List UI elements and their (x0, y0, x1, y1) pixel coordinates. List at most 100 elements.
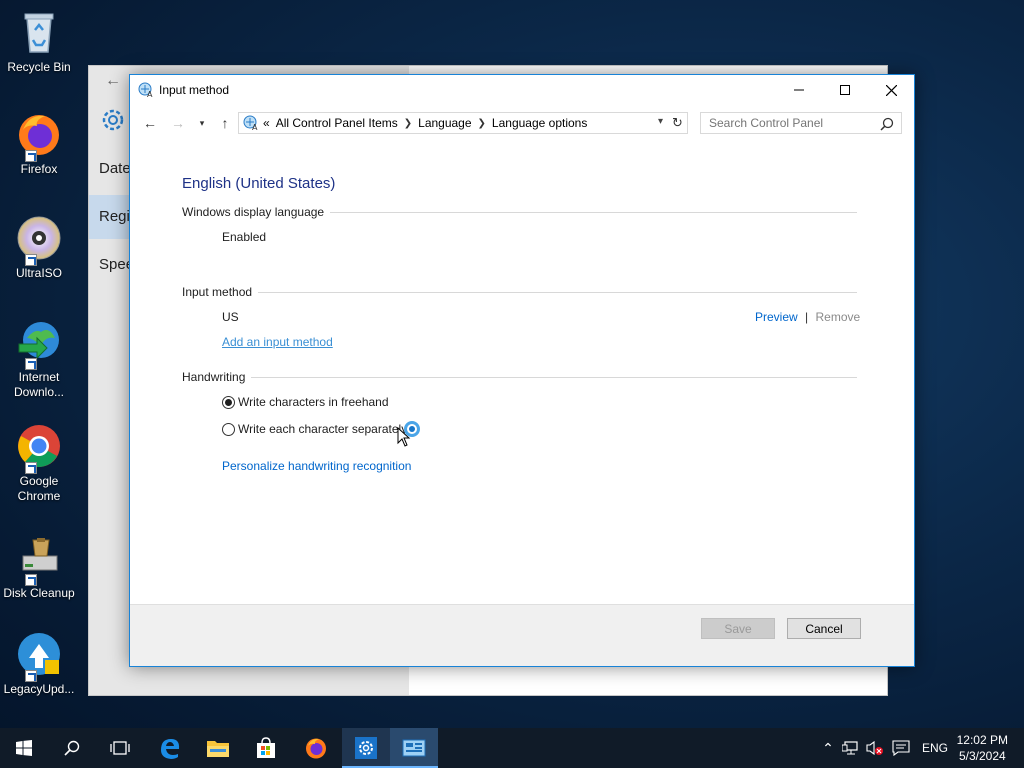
chevron-right-icon[interactable]: ❯ (404, 118, 412, 129)
desktop-icon-label: Recycle Bin (7, 60, 71, 74)
settings-nav-date[interactable]: Date (99, 160, 131, 177)
back-arrow-icon: ← (143, 115, 157, 131)
section-header: Input method (182, 285, 259, 299)
up-button[interactable]: ↑ (215, 113, 235, 133)
control-panel-icon: A (243, 115, 258, 131)
chevron-up-icon[interactable]: ⌃ (820, 740, 836, 757)
start-button[interactable] (0, 728, 48, 768)
chrome-icon (15, 422, 63, 474)
volume-muted-icon[interactable] (866, 740, 884, 756)
window-title: Input method (159, 83, 230, 97)
taskbar-clock[interactable]: 12:02 PM 5/3/2024 (957, 732, 1008, 764)
network-icon[interactable] (842, 740, 860, 756)
shortcut-arrow-icon (25, 670, 37, 682)
taskbar-file-explorer[interactable] (194, 728, 242, 768)
freehand-radio[interactable] (222, 396, 235, 409)
desktop-icon-recycle-bin[interactable]: Recycle Bin (0, 8, 78, 75)
personalize-handwriting-link[interactable]: Personalize handwriting recognition (222, 459, 411, 473)
link-separator: | (805, 310, 809, 324)
desktop-icon-firefox[interactable]: Firefox (0, 110, 78, 177)
maximize-button[interactable] (822, 75, 868, 105)
address-bar[interactable]: A « All Control Panel Items ❯ Language ❯… (238, 112, 688, 134)
preview-link[interactable]: Preview (755, 310, 798, 324)
desktop-icon-label: LegacyUpd... (3, 682, 75, 696)
store-icon (257, 737, 275, 758)
svg-text:A: A (147, 90, 153, 98)
firefox-icon (306, 738, 326, 759)
close-icon (885, 84, 897, 96)
taskbar-store[interactable] (242, 728, 290, 768)
control-panel-app-icon: A (138, 82, 153, 98)
legacy-update-icon (15, 630, 63, 682)
task-view-icon (110, 741, 130, 755)
desktop-icon-label: Disk Cleanup (3, 586, 75, 600)
shortcut-arrow-icon (25, 574, 37, 586)
control-panel-icon (402, 739, 426, 757)
maximize-icon (840, 85, 850, 95)
shortcut-arrow-icon (25, 462, 37, 474)
desktop-icon-internet-download-manager[interactable]: Internet Downlo... (0, 318, 78, 400)
close-button[interactable] (868, 75, 914, 105)
clock-time: 12:02 PM (956, 733, 1008, 747)
gear-icon (102, 109, 124, 131)
separate-characters-radio-label[interactable]: Write each character separately (238, 422, 407, 436)
taskbar-control-panel[interactable] (390, 728, 438, 768)
search-icon[interactable] (880, 117, 894, 131)
search-icon (64, 740, 80, 756)
minimize-button[interactable] (776, 75, 822, 105)
section-handwriting: Handwriting (182, 370, 857, 384)
divider (182, 377, 857, 378)
task-view-button[interactable] (96, 728, 144, 768)
separate-characters-radio[interactable] (222, 423, 235, 436)
address-dropdown-icon[interactable]: ▾ (658, 116, 663, 127)
back-button[interactable]: ← (140, 113, 160, 133)
input-method-actions: Preview | Remove (755, 310, 860, 324)
section-header: Windows display language (182, 205, 331, 219)
remove-link[interactable]: Remove (816, 310, 861, 324)
taskbar-firefox[interactable] (292, 728, 340, 768)
recent-locations-button[interactable]: ▾ (192, 113, 212, 133)
breadcrumb-language[interactable]: Language (418, 116, 471, 130)
minimize-icon (794, 89, 804, 91)
breadcrumb-overflow[interactable]: « (263, 116, 270, 130)
breadcrumb-language-options[interactable]: Language options (492, 116, 587, 130)
gear-icon (355, 737, 377, 759)
chevron-right-icon[interactable]: ❯ (478, 118, 486, 129)
clock-date: 5/3/2024 (958, 749, 1006, 763)
cancel-button[interactable]: Cancel (787, 618, 861, 639)
refresh-button[interactable]: ↻ (668, 112, 688, 134)
desktop-icon-label: Google Chrome (17, 474, 61, 503)
language-title: English (United States) (182, 175, 336, 192)
title-bar[interactable]: A Input method (130, 75, 914, 105)
input-language-indicator[interactable]: ENG (922, 741, 948, 755)
firefox-icon (15, 110, 63, 162)
globe-download-icon (15, 318, 63, 370)
forward-button[interactable]: → (168, 113, 188, 133)
shortcut-arrow-icon (25, 358, 37, 370)
desktop-icon-ultraiso[interactable]: UltraISO (0, 214, 78, 281)
shortcut-arrow-icon (25, 254, 37, 266)
notifications-icon[interactable] (892, 740, 910, 756)
back-arrow-icon[interactable]: ← (105, 72, 121, 90)
recycle-bin-icon (15, 8, 63, 56)
section-display-language: Windows display language (182, 205, 857, 219)
save-button[interactable]: Save (701, 618, 775, 639)
section-header: Handwriting (182, 370, 252, 384)
taskbar-edge[interactable] (146, 728, 194, 768)
chevron-down-icon: ▾ (199, 117, 205, 128)
freehand-radio-label[interactable]: Write characters in freehand (238, 395, 389, 409)
input-method-window: A Input method ← → ▾ ↑ A « All Control P… (129, 74, 915, 667)
breadcrumb-all-control-panel-items[interactable]: All Control Panel Items (276, 116, 398, 130)
search-button[interactable] (48, 728, 96, 768)
desktop-icon-google-chrome[interactable]: Google Chrome (0, 422, 78, 504)
add-input-method-link[interactable]: Add an input method (222, 335, 333, 349)
taskbar-settings[interactable] (342, 728, 390, 768)
disc-icon (15, 214, 63, 266)
desktop-icon-disk-cleanup[interactable]: Disk Cleanup (0, 534, 78, 601)
dialog-footer: Save Cancel (130, 604, 914, 666)
search-input[interactable] (700, 112, 902, 134)
input-method-name: US (222, 310, 239, 324)
desktop-icon-legacy-update[interactable]: LegacyUpd... (0, 630, 78, 697)
refresh-icon: ↻ (672, 115, 683, 130)
edge-icon (161, 739, 180, 759)
